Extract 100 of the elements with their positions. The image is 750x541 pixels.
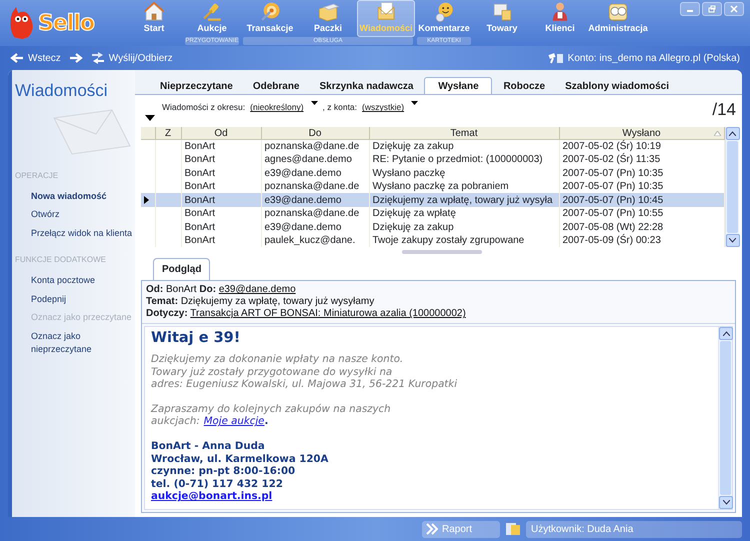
column-header[interactable]: Z <box>155 127 181 140</box>
link[interactable]: Moje aukcje <box>204 416 264 430</box>
email-link[interactable]: aukcje@bonart.ins.pl <box>151 491 272 502</box>
period-label: Wiadomości z okresu: <box>162 101 246 114</box>
toolbar-button[interactable]: Paczki <box>299 0 357 37</box>
close-button[interactable] <box>724 2 744 16</box>
minimize-button[interactable] <box>680 2 700 16</box>
scroll-up-button[interactable] <box>719 327 733 340</box>
toolbar-button[interactable]: Komentarze <box>415 0 473 37</box>
table-cell: 2007-05-07 (Pn) 10:55 <box>562 208 664 220</box>
column-header[interactable]: Od <box>181 127 261 140</box>
column-header[interactable]: Do <box>261 127 369 140</box>
table-row[interactable]: BonArt agnes@dane.demo RE: Pytanie o przedmiot: (100000003) 2007-05-02 (Śr) 11:35 <box>141 152 724 166</box>
field-label: Do: <box>199 284 216 296</box>
toolbar-button[interactable]: Klienci <box>531 0 589 37</box>
column-header <box>141 127 155 140</box>
chevron-down-icon <box>729 238 736 244</box>
table-cell: Twoje zakupy zostały zgrupowane <box>372 235 524 246</box>
table-cell: BonArt <box>184 168 216 179</box>
preview-tab[interactable]: Podgląd <box>153 258 210 280</box>
table-cell: poznanska@dane.de <box>264 208 360 220</box>
tab[interactable]: Odebrane <box>244 77 308 94</box>
user-card-icon <box>505 522 521 536</box>
link[interactable]: e39@dane.demo <box>218 284 296 296</box>
table-cell: BonArt <box>184 222 216 233</box>
report-icon <box>426 523 438 535</box>
table-cell: 2007-05-02 (Śr) 10:19 <box>562 140 661 152</box>
tab[interactable]: Szablony wiadomości <box>556 77 678 94</box>
scroll-down-button[interactable] <box>719 496 733 509</box>
sidebar-link[interactable]: Przełącz widok na klienta <box>12 226 135 240</box>
table-row[interactable]: BonArt e39@dane.demo Dziękuję za zakup 2007-05-08 (Wt) 22:28 <box>141 220 724 234</box>
signature-line: tel. (0-71) 117 432 122 <box>151 478 284 491</box>
toolbar-button[interactable]: Aukcje <box>183 0 241 37</box>
table-cell: Wysłano paczkę za pobraniem <box>372 181 509 192</box>
table-cell: poznanska@dane.de <box>264 181 360 192</box>
punctuation: . <box>264 416 268 430</box>
table-row[interactable]: BonArt e39@dane.demo Dziękujemy za wpłatę, towary już wysyła 2007-05-07 (Pn) 10:45 <box>141 193 724 207</box>
table-cell: BonArt <box>184 140 216 152</box>
field-value: Dziękujemy za wpłatę, towary już wysyłamy <box>180 296 374 308</box>
account-dropdown[interactable]: (wszystkie) <box>362 101 404 114</box>
link[interactable]: Transakcja ART OF BONSAI: Miniaturowa azalia (100000002) <box>190 308 466 320</box>
send-receive-button[interactable]: Wyślij/Odbierz <box>90 50 173 66</box>
table-cell: 2007-05-07 (Pn) 10:45 <box>562 194 664 206</box>
sidebar-link[interactable]: Nowa wiadomość <box>12 190 135 203</box>
message-text: Zapraszamy do kolejnych zakupów na naszych <box>151 404 392 416</box>
sidebar-link[interactable]: Podepnij <box>12 292 135 306</box>
column-header[interactable]: Wysłano <box>559 127 724 140</box>
splitter-handle[interactable] <box>402 250 482 254</box>
table-cell: Dziękujemy za wpłatę, towary już wysyła <box>372 194 553 206</box>
back-arrow-icon <box>10 53 24 63</box>
table-row[interactable]: BonArt poznanska@dane.de Dziękuję za wpłatę 2007-05-07 (Pn) 10:55 <box>141 206 724 220</box>
tab[interactable]: Skrzynka nadawcza <box>310 77 422 94</box>
gavel-icon <box>548 52 564 64</box>
envelope-icon <box>52 108 132 156</box>
section-title: Wiadomości <box>14 80 109 102</box>
collapse-caret-icon[interactable] <box>145 115 155 122</box>
send-receive-icon <box>90 52 105 64</box>
restore-button[interactable] <box>702 2 722 16</box>
message-text: adres: Eugeniusz Kowalski, ul. Majowa 31, 56-221 Kuropatki <box>151 379 458 392</box>
tab[interactable]: Wysłane <box>424 77 492 94</box>
dropdown-caret-icon <box>411 101 418 106</box>
user-field: Użytkownik: Duda Ania <box>526 520 742 538</box>
back-button[interactable]: Wstecz <box>10 50 61 66</box>
toolbar-button[interactable]: Start <box>125 0 183 37</box>
tab[interactable]: Nieprzeczytane <box>151 77 242 94</box>
logo-text: Sello <box>38 10 94 36</box>
sidebar-link[interactable]: Konta pocztowe <box>12 274 135 288</box>
scrollbar-thumb[interactable] <box>726 141 738 234</box>
message-text: aukcjach: <box>151 416 200 430</box>
period-dropdown[interactable]: (nieokreślony) <box>250 101 304 114</box>
sidebar-link[interactable]: Otwórz <box>12 208 135 222</box>
account-filter-label: , z konta: <box>322 101 358 114</box>
table-cell: Dziękuję za wpłatę <box>372 208 456 220</box>
table-cell: 2007-05-02 (Śr) 11:35 <box>562 154 660 166</box>
message-count: /14 <box>712 101 736 118</box>
table-row[interactable]: BonArt poznanska@dane.de Dziękuję za zakup 2007-05-02 (Śr) 10:19 <box>141 139 724 153</box>
restore-icon <box>708 5 716 13</box>
sidebar-link[interactable]: Oznacz jako nieprzeczytane <box>12 330 135 356</box>
account-label: Konto: ins_demo na Allegro.pl (Polska) <box>568 52 740 66</box>
table-cell: Dziękuję za zakup <box>372 140 454 152</box>
dropdown-caret-icon <box>310 101 318 106</box>
toolbar-button[interactable]: Towary <box>473 0 531 37</box>
forward-arrow-icon[interactable] <box>68 53 83 63</box>
table-row[interactable]: BonArt e39@dane.demo Wysłano paczkę 2007-05-07 (Pn) 10:35 <box>141 166 724 180</box>
scroll-down-button[interactable] <box>726 234 740 248</box>
table-cell: 2007-05-08 (Wt) 22:28 <box>562 222 664 233</box>
table-cell: poznanska@dane.de <box>264 140 360 152</box>
tab[interactable]: Robocze <box>494 77 554 94</box>
table-cell: BonArt <box>184 208 216 220</box>
field-label: Dotyczy: <box>146 308 188 320</box>
chevron-up-icon <box>729 131 736 136</box>
section-heading: FUNKCJE DODATKOWE <box>14 254 107 266</box>
scroll-up-button[interactable] <box>726 127 740 140</box>
table-row[interactable]: BonArt paulek_kucz@dane. Twoje zakupy zostały zgrupowane 2007-05-09 (Śr) 00:23 <box>141 234 724 248</box>
toolbar-button[interactable]: Administracja <box>589 0 647 37</box>
column-header[interactable]: Temat <box>369 127 559 140</box>
scrollbar-thumb[interactable] <box>720 341 731 495</box>
table-cell: paulek_kucz@dane. <box>264 235 356 246</box>
toolbar-button[interactable]: Transakcje <box>241 0 299 37</box>
table-cell: e39@dane.demo <box>264 194 342 206</box>
